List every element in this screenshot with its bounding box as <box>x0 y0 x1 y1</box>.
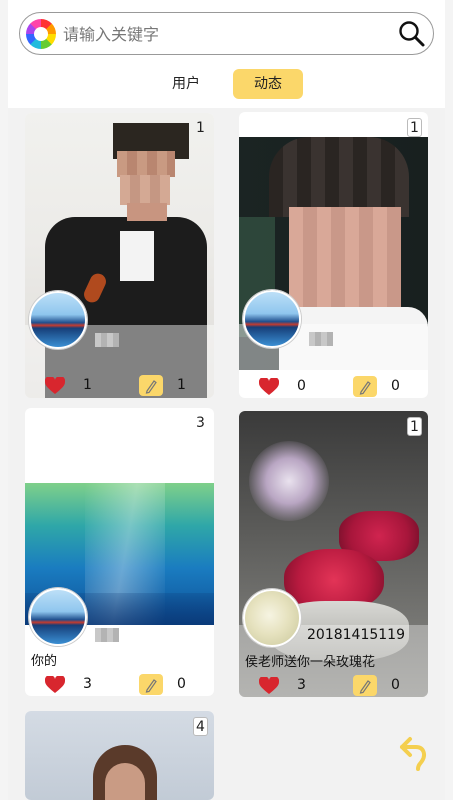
comment-count: 0 <box>391 677 400 693</box>
avatar[interactable] <box>29 291 87 349</box>
avatar[interactable] <box>243 589 301 647</box>
username-blurred <box>309 332 333 346</box>
post-badge: 1 <box>407 417 422 436</box>
comment-count: 0 <box>177 676 186 692</box>
username-blurred <box>95 628 119 642</box>
comment-button[interactable] <box>139 375 163 396</box>
post-stats: 3 0 <box>25 672 214 696</box>
return-arrow-icon[interactable] <box>398 733 432 773</box>
post-badge: 1 <box>407 118 422 137</box>
post-caption: 侯老师送你一朵玫瑰花 <box>245 655 376 670</box>
post-card[interactable]: 1 1 1 <box>25 113 214 398</box>
heart-icon[interactable] <box>259 677 279 695</box>
heart-icon[interactable] <box>45 377 65 395</box>
post-caption: 你的 <box>31 654 58 669</box>
app-frame: 用户 动态 1 1 1 <box>8 0 445 800</box>
pencil-icon <box>359 381 371 395</box>
post-badge: 3 <box>196 415 205 431</box>
search-bar <box>19 12 434 55</box>
like-count: 1 <box>83 377 92 393</box>
username-blurred <box>95 333 119 347</box>
post-badge: 1 <box>196 120 205 136</box>
comment-button[interactable] <box>353 675 377 696</box>
pencil-icon <box>145 679 157 693</box>
search-icon[interactable] <box>397 19 427 49</box>
comment-count: 0 <box>391 378 400 394</box>
post-stats: 1 1 <box>25 373 214 398</box>
header: 用户 动态 <box>8 0 445 108</box>
like-count: 0 <box>297 378 306 394</box>
app-logo-icon <box>26 19 56 49</box>
username: 20181415119 <box>307 627 405 643</box>
comment-button[interactable] <box>139 674 163 695</box>
heart-icon[interactable] <box>45 676 65 694</box>
tab-posts[interactable]: 动态 <box>233 69 303 99</box>
comment-button[interactable] <box>353 376 377 397</box>
post-card[interactable]: 1 20181415119 侯老师送你一朵玫瑰花 3 0 <box>239 411 428 697</box>
post-photo <box>25 711 214 800</box>
post-card[interactable]: 3 你的 3 0 <box>25 408 214 696</box>
post-badge: 4 <box>193 717 208 736</box>
post-stats: 3 0 <box>239 673 428 697</box>
avatar[interactable] <box>29 588 87 646</box>
avatar[interactable] <box>243 290 301 348</box>
pencil-icon <box>145 380 157 394</box>
comment-count: 1 <box>177 377 186 393</box>
like-count: 3 <box>83 676 92 692</box>
like-count: 3 <box>297 677 306 693</box>
post-stats: 0 0 <box>239 374 428 398</box>
tab-users[interactable]: 用户 <box>158 69 214 99</box>
search-input[interactable] <box>63 21 383 47</box>
post-card[interactable]: 1 0 0 <box>239 112 428 398</box>
pencil-icon <box>359 680 371 694</box>
post-card[interactable]: 4 <box>25 711 214 800</box>
heart-icon[interactable] <box>259 378 279 396</box>
